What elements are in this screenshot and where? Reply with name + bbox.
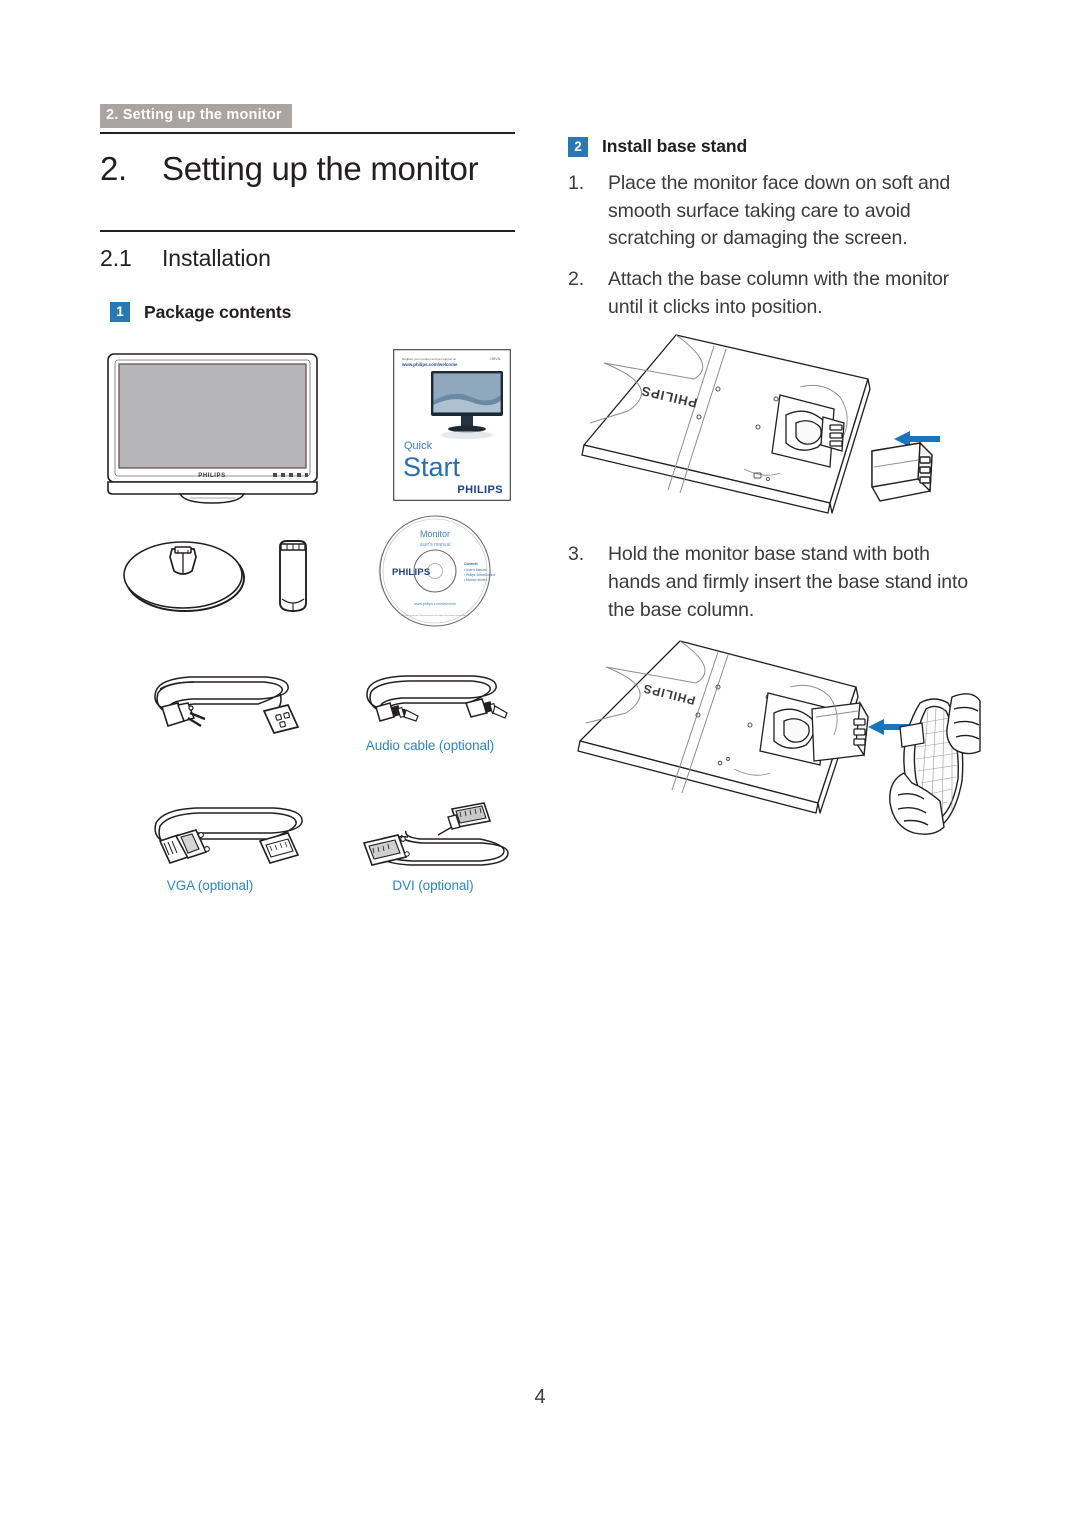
subsection-install-base-stand-label: Install base stand [602, 136, 748, 156]
left-column: 2. Setting up the monitor 2.1 Installati… [100, 132, 515, 921]
package-item-dvi-cable [348, 799, 518, 881]
right-column: 2 Install base stand 1. Place the monito… [568, 136, 981, 851]
svg-text:www.philips.com/welcome: www.philips.com/welcome [414, 602, 456, 606]
caption-dvi-cable: DVI (optional) [392, 877, 474, 893]
cd-brand: PHILIPS [392, 567, 430, 578]
package-item-cd: Monitor user's manual PHILIPS Contents •… [368, 513, 502, 629]
cd-title: Monitor [420, 529, 450, 539]
base-stand-illustration [123, 541, 245, 612]
step-item: 3. Hold the monitor base stand with both… [568, 541, 980, 624]
step-marker: 3. [568, 543, 584, 566]
cd-subtitle: user's manual [420, 542, 451, 548]
install-steps-3: 3. Hold the monitor base stand with both… [568, 541, 980, 624]
package-contents-grid: PHILIPS Register your product and get su… [100, 341, 515, 921]
svg-text:• User's Manual: • User's Manual [464, 568, 487, 572]
attach-base-column-illustration: PHILIPS [581, 334, 940, 515]
step-text: Hold the monitor base stand with both ha… [608, 543, 968, 621]
step-marker: 2. [568, 268, 584, 291]
section-rule [100, 229, 515, 232]
step-marker: 1. [568, 172, 584, 194]
svg-text:www.philips.com/welcome: www.philips.com/welcome [401, 362, 458, 367]
install-steps-1-2: 1. Place the monitor face down on soft a… [568, 170, 980, 321]
diagram-attach-base-column: PHILIPS [568, 327, 980, 527]
svg-text:• Philips SmartControl: • Philips SmartControl [464, 573, 495, 577]
svg-text:All rights reserved. Specifica: All rights reserved. Specifications are … [401, 614, 470, 617]
quick-start-guide-illustration: Register your product and get support at… [393, 349, 511, 501]
package-item-base-column [276, 539, 310, 615]
svg-text:196V4L: 196V4L [490, 357, 501, 361]
page-title: 2. Setting up the monitor [100, 150, 515, 188]
caption-audio-cable: Audio cable (optional) [365, 737, 495, 753]
qsg-word-quick: Quick [404, 440, 433, 452]
section-title-text: Installation [162, 244, 271, 271]
package-item-vga-cable [138, 799, 318, 881]
section-number: 2.1 [100, 244, 132, 271]
svg-text:• Monitor drivers: • Monitor drivers [464, 578, 487, 582]
step-text: Place the monitor face down on soft and … [608, 172, 951, 250]
insert-base-stand-illustration: PHILIPS [577, 639, 981, 835]
package-item-quick-start-guide: Register your product and get support at… [393, 349, 511, 501]
cd-illustration: Monitor user's manual PHILIPS Contents •… [378, 515, 495, 627]
package-item-monitor: PHILIPS [105, 351, 320, 504]
badge-1: 1 [110, 302, 130, 323]
page-number: 4 [534, 1386, 546, 1408]
qsg-word-start: Start [403, 452, 461, 482]
section-heading: 2.1 Installation [100, 245, 515, 272]
package-item-audio-cable [350, 663, 510, 739]
running-header: 2. Setting up the monitor [100, 104, 292, 129]
svg-text:PHILIPS: PHILIPS [457, 484, 503, 496]
dvi-cable-illustration [362, 802, 509, 866]
chapter-rule [100, 132, 515, 134]
diagram-insert-base-stand: PHILIPS [568, 631, 981, 851]
subsection-package-contents: 1 Package contents [110, 302, 515, 323]
chapter-title-text: Setting up the monitor [162, 150, 479, 187]
base-column-illustration [279, 539, 307, 612]
power-cable-illustration [154, 676, 300, 734]
package-item-base-stand [122, 537, 248, 615]
package-item-power-cable [132, 663, 307, 741]
qsg-register-line: Register your product and get support at [402, 357, 456, 361]
caption-vga-cable: VGA (optional) [166, 877, 254, 893]
step-text: Attach the base column with the monitor … [608, 268, 949, 318]
subsection-install-base-stand: 2 Install base stand [568, 136, 980, 157]
chapter-number: 2. [100, 150, 127, 187]
svg-text:PHILIPS: PHILIPS [198, 473, 226, 479]
subsection-package-contents-label: Package contents [144, 301, 292, 322]
svg-text:Contents: Contents [464, 562, 478, 566]
step-item: 2. Attach the base column with the monit… [568, 266, 980, 321]
audio-cable-illustration [366, 675, 508, 722]
monitor-illustration: PHILIPS [107, 353, 318, 504]
badge-2: 2 [568, 136, 588, 157]
vga-cable-illustration [154, 807, 303, 864]
step-item: 1. Place the monitor face down on soft a… [568, 170, 980, 253]
